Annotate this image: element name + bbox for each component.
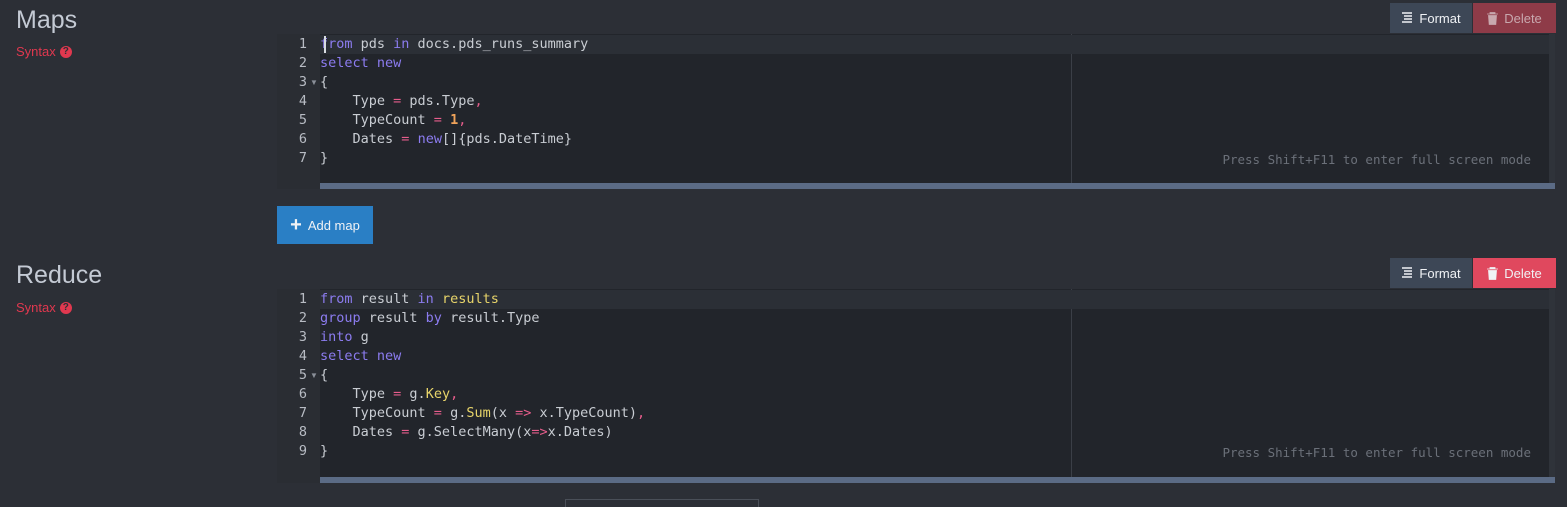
delete-label: Delete: [1504, 10, 1542, 26]
vertical-scrollbar[interactable]: [1549, 34, 1555, 189]
line-number: 8: [298, 424, 307, 440]
format-label: Format: [1419, 10, 1461, 26]
fullscreen-hint: Press Shift+F11 to enter full screen mod…: [1222, 152, 1531, 167]
fullscreen-hint: Press Shift+F11 to enter full screen mod…: [1222, 445, 1531, 460]
format-lines-icon: [1402, 12, 1413, 23]
question-circle-icon: ?: [59, 45, 72, 58]
maps-delete-button[interactable]: Delete: [1473, 3, 1556, 33]
line-number: 1: [298, 36, 307, 52]
text-cursor: [324, 36, 326, 53]
maps-syntax-link[interactable]: Syntax ?: [16, 44, 72, 59]
horizontal-scrollbar[interactable]: [320, 183, 1555, 189]
code-line: {: [320, 367, 329, 383]
code-line: Dates = new[]{pds.DateTime}: [320, 131, 573, 147]
code-line: from pds in docs.pds_runs_summary: [320, 35, 1555, 54]
line-number: 3: [298, 74, 307, 90]
fold-arrow-icon[interactable]: ▼: [310, 371, 318, 380]
line-number: 6: [298, 131, 307, 147]
code-line: Type = g.Key,: [320, 386, 459, 402]
plus-icon: +: [290, 214, 302, 236]
code-line: Dates = g.SelectMany(x=>x.Dates): [320, 424, 613, 440]
line-number: 7: [298, 150, 307, 166]
line-number: 7: [298, 405, 307, 421]
line-number: 5: [298, 367, 307, 383]
vertical-scrollbar[interactable]: [1549, 289, 1555, 483]
reduce-code-editor[interactable]: 1 2 3 4 5 ▼ 6 7 8 9 from result in resul…: [277, 289, 1555, 483]
partial-panel: [565, 499, 759, 507]
trash-icon: [1487, 11, 1499, 25]
question-circle-icon: ?: [59, 301, 72, 314]
fold-arrow-icon[interactable]: ▼: [310, 78, 318, 87]
syntax-label: Syntax: [16, 300, 56, 315]
code-line: Type = pds.Type,: [320, 93, 483, 109]
line-number: 5: [298, 112, 307, 128]
delete-label: Delete: [1504, 265, 1542, 281]
line-number: 4: [298, 348, 307, 364]
line-number-gutter: 1 2 3 ▼ 4 5 6 7: [277, 34, 320, 189]
maps-format-button[interactable]: Format: [1390, 3, 1472, 33]
code-line: into g: [320, 329, 369, 345]
line-number: 2: [298, 310, 307, 326]
line-number: 2: [298, 55, 307, 71]
reduce-delete-button[interactable]: Delete: [1473, 258, 1556, 288]
syntax-label: Syntax: [16, 44, 56, 59]
line-number: 9: [298, 443, 307, 459]
maps-code-editor[interactable]: 1 2 3 ▼ 4 5 6 7 from pds in docs.pds_run…: [277, 34, 1555, 189]
code-area[interactable]: from result in results group result by r…: [320, 289, 1555, 483]
code-line: TypeCount = 1,: [320, 112, 467, 128]
add-map-label: Add map: [307, 217, 360, 233]
code-line: from result in results: [320, 290, 1555, 309]
reduce-syntax-link[interactable]: Syntax ?: [16, 300, 72, 315]
line-number-gutter: 1 2 3 4 5 ▼ 6 7 8 9: [277, 289, 320, 483]
line-number: 1: [298, 291, 307, 307]
trash-icon: [1487, 266, 1499, 280]
format-label: Format: [1419, 265, 1461, 281]
code-line: TypeCount = g.Sum(x => x.TypeCount),: [320, 405, 646, 421]
horizontal-scrollbar[interactable]: [320, 477, 1555, 483]
reduce-format-button[interactable]: Format: [1390, 258, 1472, 288]
code-line: select new: [320, 55, 402, 71]
code-line: group result by result.Type: [320, 310, 540, 326]
line-number: 4: [298, 93, 307, 109]
line-number: 3: [298, 329, 307, 345]
line-number: 6: [298, 386, 307, 402]
format-lines-icon: [1402, 267, 1413, 278]
code-line: select new: [320, 348, 402, 364]
add-map-button[interactable]: + Add map: [277, 206, 373, 244]
maps-title: Maps: [16, 6, 78, 34]
code-line: {: [320, 74, 329, 90]
reduce-title: Reduce: [16, 261, 103, 289]
code-area[interactable]: from pds in docs.pds_runs_summary select…: [320, 34, 1555, 189]
